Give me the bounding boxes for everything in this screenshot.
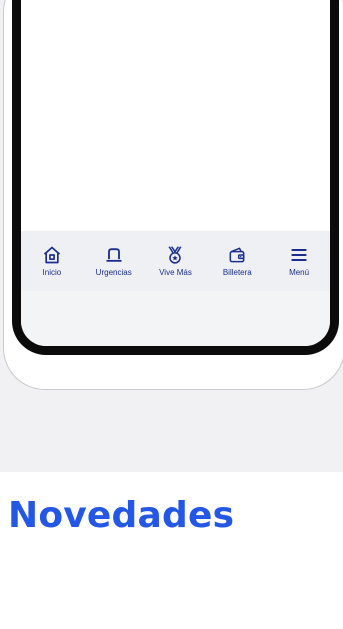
wallet-icon	[226, 245, 248, 265]
siren-icon	[103, 245, 125, 265]
home-icon	[41, 245, 63, 265]
menu-icon	[288, 245, 310, 265]
nav-item-urgencias[interactable]: Urgencias	[85, 245, 143, 277]
nav-item-billetera[interactable]: Billetera	[208, 245, 266, 277]
nav-label-menu: Menú	[289, 268, 310, 277]
nav-label-inicio: Inicio	[42, 268, 62, 277]
section-title: Novedades	[8, 495, 235, 536]
bottom-navigation-bar: Inicio Urgencias Vive Más Billetera Menú	[21, 231, 330, 291]
phone-showcase-area: Inicio Urgencias Vive Más Billetera Menú	[0, 0, 343, 472]
nav-label-billetera: Billetera	[222, 268, 252, 277]
screen-bottom-area	[21, 291, 330, 346]
phone-mockup: Inicio Urgencias Vive Más Billetera Menú	[3, 0, 343, 390]
app-content-area	[21, 0, 330, 231]
nav-item-inicio[interactable]: Inicio	[23, 245, 81, 277]
medal-icon	[164, 245, 186, 265]
phone-screen: Inicio Urgencias Vive Más Billetera Menú	[12, 0, 339, 355]
nav-item-vive-mas[interactable]: Vive Más	[146, 245, 204, 277]
nav-label-vive-mas: Vive Más	[159, 268, 192, 277]
nav-label-urgencias: Urgencias	[95, 268, 132, 277]
nav-item-menu[interactable]: Menú	[270, 245, 328, 277]
